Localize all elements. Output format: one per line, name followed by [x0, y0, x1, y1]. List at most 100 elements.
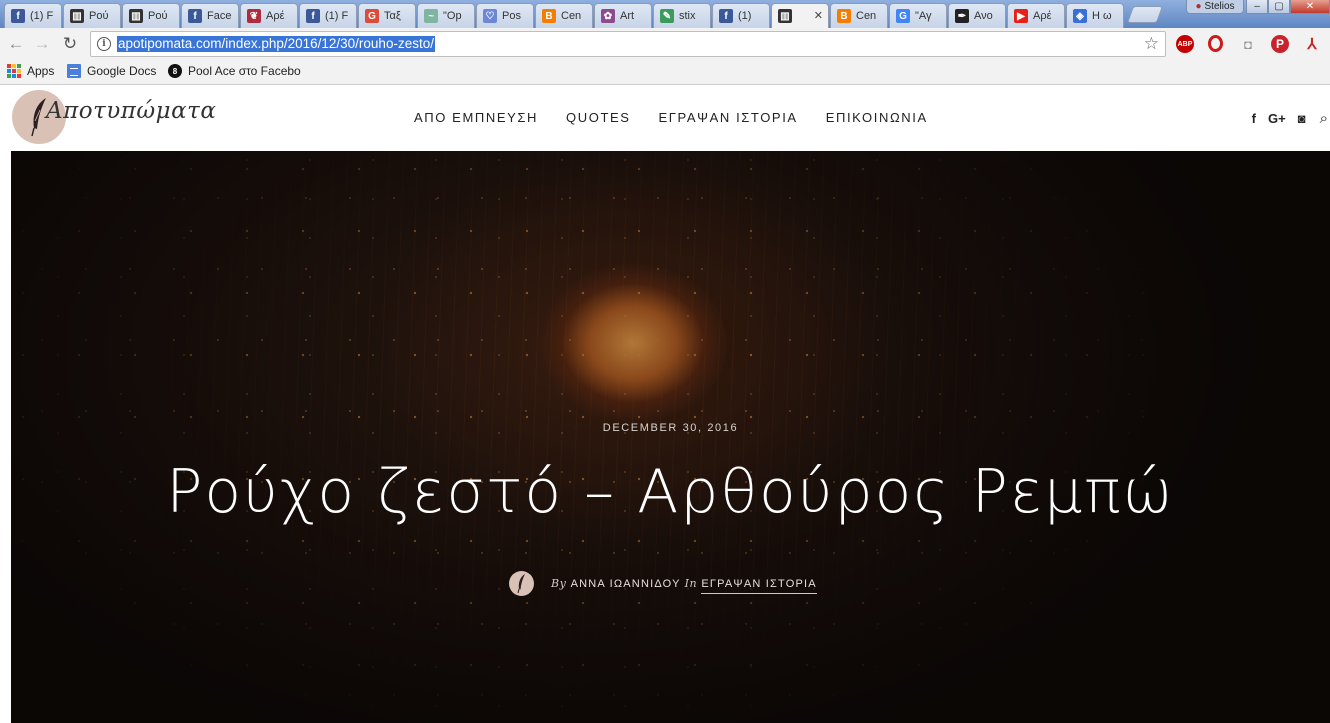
tab-title: Η ω [1092, 10, 1112, 22]
browser-tab[interactable]: G Ταξ [358, 3, 416, 28]
browser-tab[interactable]: ▥ Ρού [63, 3, 121, 28]
tab-title: "Αγ [915, 10, 932, 22]
google-plus-icon[interactable]: G+ [1268, 111, 1286, 126]
heart-icon: ♡ [483, 9, 497, 23]
site-header: Αποτυπώματα ΑΠΟ ΕΜΠΝΕΥΣΗ QUOTES ΕΓΡΑΨΑΝ … [0, 86, 1330, 151]
facebook-icon: f [719, 9, 733, 23]
logo-text[interactable]: Αποτυπώματα [46, 98, 216, 124]
browser-tab[interactable]: G "Αγ [889, 3, 947, 28]
bookmark-pool-ace[interactable]: 8 Pool Ace στο Facebo [168, 64, 304, 78]
bookmark-star-icon[interactable]: ☆ [1144, 34, 1159, 54]
camera-icon[interactable]: ◘ [1239, 35, 1257, 53]
close-window-button[interactable]: ✕ [1290, 0, 1330, 14]
youtube-icon: ▶ [1014, 9, 1028, 23]
browser-tab[interactable]: ❦ Αρέ [240, 3, 298, 28]
post-hero: DECEMBER 30, 2016 Ρούχο ζεστό – Αρθούρος… [11, 151, 1330, 723]
bookmark-google-docs[interactable]: Google Docs [67, 64, 156, 78]
tab-title: (1) F [325, 10, 349, 22]
instagram-icon[interactable]: ◙ [1298, 111, 1306, 126]
bookmark-apps[interactable]: Apps [7, 64, 54, 78]
tab-title: Art [620, 10, 635, 22]
user-avatar-icon: ● [1195, 1, 1202, 12]
pdf-icon[interactable]: ⅄ [1303, 35, 1321, 53]
facebook-icon[interactable]: f [1252, 111, 1256, 126]
tab-title: "Op [443, 10, 462, 22]
social-links: f G+ ◙ ⌕ [1240, 110, 1330, 127]
quill-icon [517, 574, 525, 594]
forward-button[interactable]: → [32, 34, 52, 54]
tab-title: (1) F [30, 10, 54, 22]
browser-tab[interactable]: ◈ Η ω [1066, 3, 1124, 28]
browser-tab[interactable]: B Cen [830, 3, 888, 28]
art-icon: ✿ [601, 9, 615, 23]
tab-active[interactable]: ▥ ✕ [771, 3, 829, 28]
nav-quotes[interactable]: QUOTES [566, 110, 631, 125]
post-date: DECEMBER 30, 2016 [602, 422, 739, 434]
search-icon[interactable]: ⌕ [1320, 110, 1328, 127]
bookmark-label: Google Docs [87, 64, 157, 78]
browser-tab[interactable]: ♡ Pos [476, 3, 534, 28]
browser-tab[interactable]: ▶ Αρέ [1007, 3, 1065, 28]
browser-tab[interactable]: ▥ Ρού [122, 3, 180, 28]
minimize-button[interactable]: – [1246, 0, 1268, 14]
ink-icon: ✒ [955, 9, 969, 23]
tab-title: Ταξ [384, 10, 401, 22]
url-text[interactable]: apotipomata.com/index.php/2016/12/30/rou… [117, 36, 435, 52]
close-tab-icon[interactable]: ✕ [814, 9, 823, 22]
bookmark-label: Apps [27, 64, 55, 78]
nav-egrapsan-istoria[interactable]: ΕΓΡΑΨΑΝ ΙΣΤΟΡΙΑ [659, 110, 798, 125]
browser-tab[interactable]: B Cen [535, 3, 593, 28]
maximize-button[interactable]: ▢ [1268, 0, 1290, 14]
author-link[interactable]: ΑΝΝΑ ΙΩΑΝΝΙΔΟΥ [571, 578, 681, 590]
window-controls: – ▢ ✕ [1246, 0, 1330, 14]
byline-meta: By ΑΝΝΑ ΙΩΑΝΝΙΔΟΥ In ΕΓΡΑΨΑΝ ΙΣΤΟΡΙΑ [551, 577, 817, 594]
facebook-icon: f [188, 9, 202, 23]
address-bar[interactable]: i apotipomata.com/index.php/2016/12/30/r… [90, 31, 1166, 57]
new-tab-button[interactable] [1126, 6, 1164, 23]
browser-tab[interactable]: f (1) F [299, 3, 357, 28]
browser-tab[interactable]: f (1) F [4, 3, 62, 28]
site-icon: ▥ [129, 9, 143, 23]
opera-icon[interactable] [1208, 35, 1223, 52]
facebook-icon: f [11, 9, 25, 23]
profile-name: Stelios [1204, 1, 1235, 12]
tab-title: Pos [502, 10, 521, 22]
browser-tab[interactable]: ✒ Ανο [948, 3, 1006, 28]
apps-grid-icon [7, 64, 21, 78]
nav-apo-empneysi[interactable]: ΑΠΟ ΕΜΠΝΕΥΣΗ [414, 110, 538, 125]
hero-overlay [11, 151, 1330, 723]
wave-icon: ~ [424, 9, 438, 23]
back-button[interactable]: ← [6, 34, 26, 54]
browser-tab[interactable]: ✎ stix [653, 3, 711, 28]
reload-button[interactable]: ↻ [60, 34, 80, 54]
google-plus-icon: G [365, 9, 379, 23]
nav-epikoinonia[interactable]: ΕΠΙΚΟΙΝΩΝΙΑ [826, 110, 928, 125]
pool-ball-icon: 8 [168, 64, 182, 78]
tab-title: Ρού [148, 10, 168, 22]
feather-icon: ✎ [660, 9, 674, 23]
author-avatar[interactable] [509, 571, 534, 596]
browser-tab[interactable]: ✿ Art [594, 3, 652, 28]
google-docs-icon [67, 64, 81, 78]
tab-title: Cen [856, 10, 877, 22]
tab-title: Ρού [89, 10, 109, 22]
tab-title: Αρέ [1033, 10, 1052, 22]
quill-icon: ❦ [247, 9, 261, 23]
browser-tab[interactable]: ~ "Op [417, 3, 475, 28]
profile-button[interactable]: ● Stelios [1186, 0, 1244, 14]
pinterest-icon[interactable]: P [1271, 35, 1289, 53]
adblock-plus-icon[interactable]: ABP [1176, 35, 1194, 53]
tab-title: Ανο [974, 10, 993, 22]
bookmark-label: Pool Ace στο Facebo [188, 64, 301, 78]
category-link[interactable]: ΕΓΡΑΨΑΝ ΙΣΤΟΡΙΑ [701, 578, 817, 594]
tab-list: f (1) F ▥ Ρού ▥ Ρού f Face ❦ Αρέ f (1) F G Ταξ ~ "Op ♡ Po… [4, 3, 1125, 28]
facebook-icon: f [306, 9, 320, 23]
bookmarks-bar: Apps Google Docs 8 Pool Ace στο Facebo [0, 60, 1330, 85]
post-title: Ρούχο ζεστό – Αρθούρος Ρεμπώ [166, 457, 1175, 527]
blogger-icon: B [542, 9, 556, 23]
browser-tab[interactable]: f (1) [712, 3, 770, 28]
browser-tab-strip: f (1) F ▥ Ρού ▥ Ρού f Face ❦ Αρέ f (1) F G Ταξ ~ "Op ♡ Po… [0, 0, 1330, 28]
site-info-icon[interactable]: i [97, 37, 111, 51]
browser-tab[interactable]: f Face [181, 3, 239, 28]
post-byline: By ΑΝΝΑ ΙΩΑΝΝΙΔΟΥ In ΕΓΡΑΨΑΝ ΙΣΤΟΡΙΑ [509, 571, 817, 596]
